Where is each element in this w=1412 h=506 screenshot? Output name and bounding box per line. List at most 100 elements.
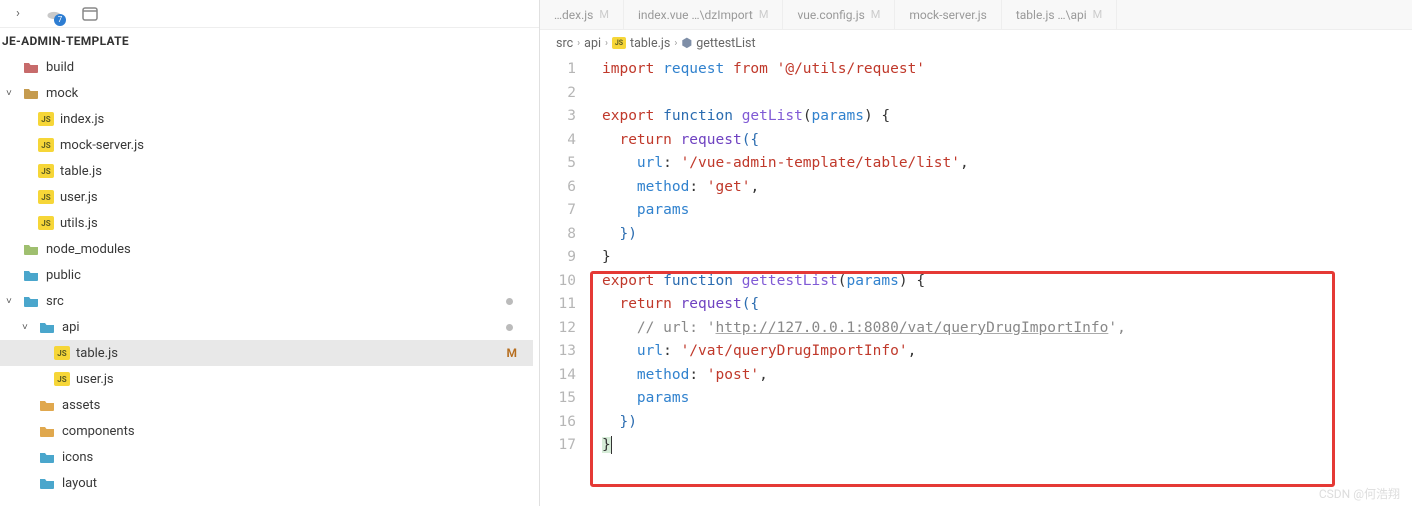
breadcrumb-api[interactable]: api: [584, 36, 601, 51]
js-icon: JS: [38, 138, 54, 152]
tab-modified: M: [1093, 8, 1103, 21]
js-icon: JS: [612, 37, 626, 49]
tree-label: layout: [62, 476, 525, 491]
tree-label: user.js: [76, 372, 525, 387]
line-number: 2: [540, 82, 576, 106]
tree-label: user.js: [60, 190, 525, 205]
line-number: 13: [540, 340, 576, 364]
js-icon: JS: [38, 164, 54, 178]
cloud-icon[interactable]: 7: [46, 6, 62, 22]
chevron-icon: ˅: [6, 296, 20, 307]
tree-label: index.js: [60, 112, 525, 127]
watermark: CSDN @何浩翔: [1319, 485, 1400, 502]
tree-item-table-js[interactable]: JS table.js: [0, 158, 533, 184]
folder-icon: [38, 423, 56, 439]
folder-icon: [22, 241, 40, 257]
breadcrumb: src › api › JStable.js › ⬢gettestList: [540, 30, 1412, 56]
dirty-dot-icon: [506, 324, 513, 331]
tab[interactable]: …dex.js M: [540, 0, 624, 29]
folder-icon: [22, 59, 40, 75]
tree-label: components: [62, 424, 525, 439]
breadcrumb-src[interactable]: src: [556, 36, 573, 51]
editor-main: …dex.js Mindex.vue …\dzImport Mvue.config.…: [540, 0, 1412, 506]
tree-item-components[interactable]: components: [0, 418, 533, 444]
folder-icon: [22, 267, 40, 283]
tree-item-user-js[interactable]: JS user.js: [0, 184, 533, 210]
js-icon: JS: [38, 112, 54, 126]
tab-label: vue.config.js: [797, 8, 864, 22]
tree-item-assets[interactable]: assets: [0, 392, 533, 418]
line-number: 5: [540, 152, 576, 176]
file-explorer: › 7 JE-ADMIN-TEMPLATE build˅mockJSindex.…: [0, 0, 540, 506]
js-icon: JS: [54, 372, 70, 386]
js-icon: JS: [38, 190, 54, 204]
js-icon: JS: [38, 216, 54, 230]
chevron-icon: ˅: [22, 322, 36, 333]
chevron-right-icon: ›: [577, 38, 580, 49]
tree-item-build[interactable]: build: [0, 54, 533, 80]
line-number: 9: [540, 246, 576, 270]
line-number: 16: [540, 411, 576, 435]
folder-icon: [38, 397, 56, 413]
chevron-right-icon: ›: [605, 38, 608, 49]
line-number: 10: [540, 270, 576, 294]
tree-item-api[interactable]: ˅ api: [0, 314, 533, 340]
dirty-dot-icon: [506, 298, 513, 305]
line-number: 3: [540, 105, 576, 129]
tree-item-node_modules[interactable]: node_modules: [0, 236, 533, 262]
line-number: 12: [540, 317, 576, 341]
tab-modified: M: [871, 8, 881, 21]
tab-label: …dex.js: [554, 8, 593, 22]
tree-label: src: [46, 294, 506, 309]
chevron-icon[interactable]: ›: [10, 6, 26, 22]
tab[interactable]: index.vue …\dzImport M: [624, 0, 784, 29]
sidebar-toolbar: › 7: [0, 0, 539, 28]
line-number: 14: [540, 364, 576, 388]
tree-item-layout[interactable]: layout: [0, 470, 533, 496]
tree-item-public[interactable]: public: [0, 262, 533, 288]
folder-icon: [38, 475, 56, 491]
tree-item-utils-js[interactable]: JSutils.js: [0, 210, 533, 236]
tree-label: mock-server.js: [60, 138, 525, 153]
tab-label: table.js …\api: [1016, 8, 1087, 22]
line-number: 4: [540, 129, 576, 153]
folder-icon: [38, 319, 56, 335]
line-number: 6: [540, 176, 576, 200]
folder-icon: [22, 85, 40, 101]
tab-bar: …dex.js Mindex.vue …\dzImport Mvue.config.…: [540, 0, 1412, 30]
tree-label: table.js: [60, 164, 525, 179]
tree-item-mock-server-js[interactable]: JS mock-server.js: [0, 132, 533, 158]
chevron-icon: ˅: [6, 88, 20, 99]
line-gutter: 1234567891011121314151617: [540, 58, 590, 506]
tree-item-index-js[interactable]: JS index.js: [0, 106, 533, 132]
tree-label: assets: [62, 398, 525, 413]
breadcrumb-symbol[interactable]: ⬢gettestList: [681, 35, 755, 51]
tree-label: node_modules: [46, 242, 525, 257]
tab[interactable]: table.js …\api M: [1002, 0, 1117, 29]
tree-label: mock: [46, 86, 525, 101]
folder-icon: [38, 449, 56, 465]
line-number: 8: [540, 223, 576, 247]
tab-label: mock-server.js: [909, 8, 986, 22]
window-icon[interactable]: [82, 6, 98, 22]
tree-label: icons: [62, 450, 525, 465]
tab[interactable]: vue.config.js M: [783, 0, 895, 29]
tab[interactable]: mock-server.js: [895, 0, 1001, 29]
tree-item-src[interactable]: ˅ src: [0, 288, 533, 314]
js-icon: JS: [54, 346, 70, 360]
tree-label: api: [62, 320, 506, 335]
code-content[interactable]: import request from '@/utils/request' ex…: [590, 58, 1412, 506]
tree-item-table-js[interactable]: JStable.jsM: [0, 340, 533, 366]
breadcrumb-file[interactable]: JStable.js: [612, 36, 670, 51]
tab-modified: M: [759, 8, 769, 21]
tab-modified: M: [599, 8, 609, 21]
tree-item-icons[interactable]: icons: [0, 444, 533, 470]
tree-label: public: [46, 268, 525, 283]
line-number: 11: [540, 293, 576, 317]
tree-item-user-js[interactable]: JS user.js: [0, 366, 533, 392]
tab-label: index.vue …\dzImport: [638, 8, 753, 22]
code-editor[interactable]: 1234567891011121314151617 import request…: [540, 56, 1412, 506]
function-icon: ⬢: [681, 35, 692, 51]
tree-item-mock[interactable]: ˅ mock: [0, 80, 533, 106]
file-tree: build˅mockJSindex.jsJSmock-server.jsJSta…: [0, 54, 539, 506]
